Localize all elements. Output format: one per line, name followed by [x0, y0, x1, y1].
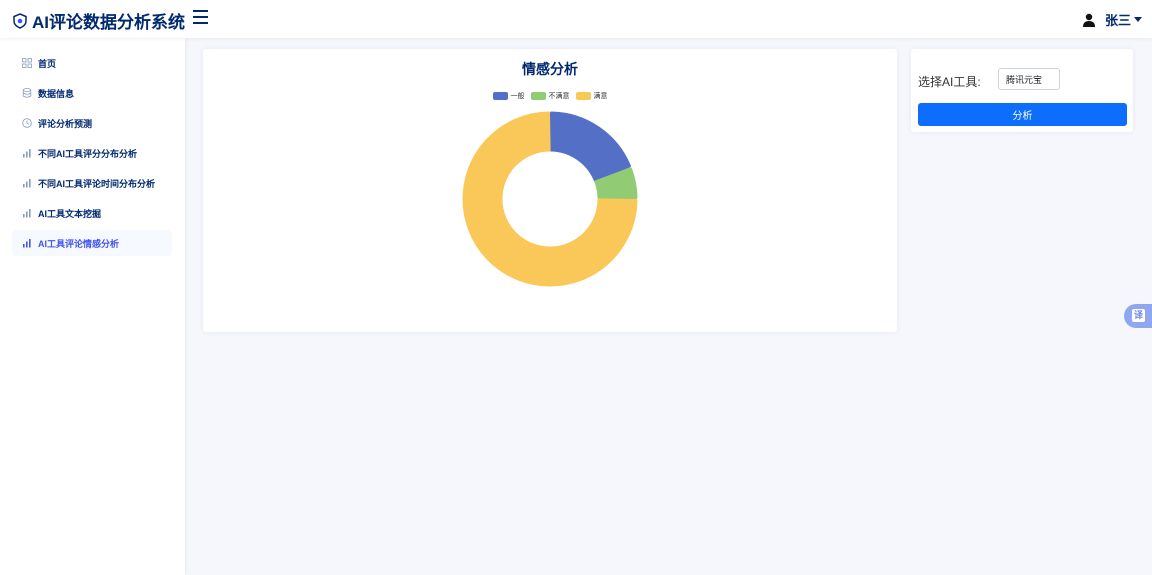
- app-title: AI评论数据分析系统: [32, 13, 185, 32]
- translate-icon: 译: [1132, 309, 1145, 322]
- sidebar-item-label: AI工具评论情感分析: [38, 238, 120, 249]
- sidebar-item-label: 首页: [38, 58, 57, 69]
- sidebar: 首页 数据信息 评论分析预测 不同AI工具评分分布分析 不同AI工具评论时间分布…: [0, 38, 185, 575]
- analyze-button[interactable]: 分析: [918, 103, 1127, 126]
- bar-chart-icon: [23, 179, 31, 188]
- top-header: AI评论数据分析系统 张三: [0, 0, 1152, 38]
- sidebar-item-label: 不同AI工具评分分布分析: [38, 148, 138, 159]
- legend-item-neutral[interactable]: 一般: [492, 91, 525, 101]
- sidebar-item-review-prediction[interactable]: 评论分析预测: [12, 110, 172, 136]
- bar-chart-icon: [23, 209, 31, 218]
- legend-item-dissatisfied[interactable]: 不满意: [530, 91, 570, 101]
- legend-swatch: [575, 92, 591, 100]
- legend-label: 不满意: [548, 93, 570, 100]
- sidebar-item-label: 数据信息: [38, 88, 75, 99]
- legend-swatch: [530, 92, 546, 100]
- brand[interactable]: AI评论数据分析系统: [12, 8, 185, 33]
- legend-swatch: [492, 92, 508, 100]
- sidebar-item-text-mining[interactable]: AI工具文本挖掘: [12, 200, 172, 226]
- chart-title: 情感分析: [522, 61, 578, 77]
- hamburger-menu-icon[interactable]: [193, 10, 208, 28]
- chevron-down-icon: [1134, 17, 1142, 22]
- clock-icon: [22, 118, 32, 128]
- legend-item-satisfied[interactable]: 满意: [575, 91, 608, 101]
- grid-icon: [22, 58, 32, 68]
- donut-chart: [462, 111, 638, 287]
- sidebar-item-rating-distribution[interactable]: 不同AI工具评分分布分析: [12, 140, 172, 166]
- sidebar-item-label: AI工具文本挖掘: [38, 208, 102, 219]
- person-icon: [1082, 13, 1095, 27]
- database-icon: [22, 88, 32, 98]
- sidebar-item-label: 评论分析预测: [38, 118, 93, 129]
- donut-slice-0[interactable]: [549, 111, 631, 182]
- sidebar-item-sentiment-analysis[interactable]: AI工具评论情感分析: [12, 230, 172, 256]
- user-name: 张三: [1104, 13, 1131, 28]
- legend-label: 满意: [593, 93, 608, 100]
- ai-tool-input[interactable]: [998, 68, 1060, 90]
- shield-logo-icon: [13, 12, 27, 29]
- sidebar-item-home[interactable]: 首页: [12, 50, 172, 76]
- translate-button[interactable]: 译: [1124, 304, 1152, 328]
- tool-select-label: 选择AI工具:: [918, 75, 981, 89]
- user-menu[interactable]: 张三: [1082, 10, 1142, 29]
- sentiment-chart-card: 情感分析 一般 不满意 满意: [203, 49, 897, 332]
- chart-legend: 一般 不满意 满意: [203, 91, 897, 101]
- sidebar-item-time-distribution[interactable]: 不同AI工具评论时间分布分析: [12, 170, 172, 196]
- sidebar-item-data-info[interactable]: 数据信息: [12, 80, 172, 106]
- tool-select-card: 选择AI工具: 分析: [911, 49, 1133, 132]
- legend-label: 一般: [510, 93, 525, 100]
- bar-chart-icon: [23, 149, 31, 158]
- bar-chart-icon: [23, 239, 31, 248]
- sidebar-item-label: 不同AI工具评论时间分布分析: [38, 178, 156, 189]
